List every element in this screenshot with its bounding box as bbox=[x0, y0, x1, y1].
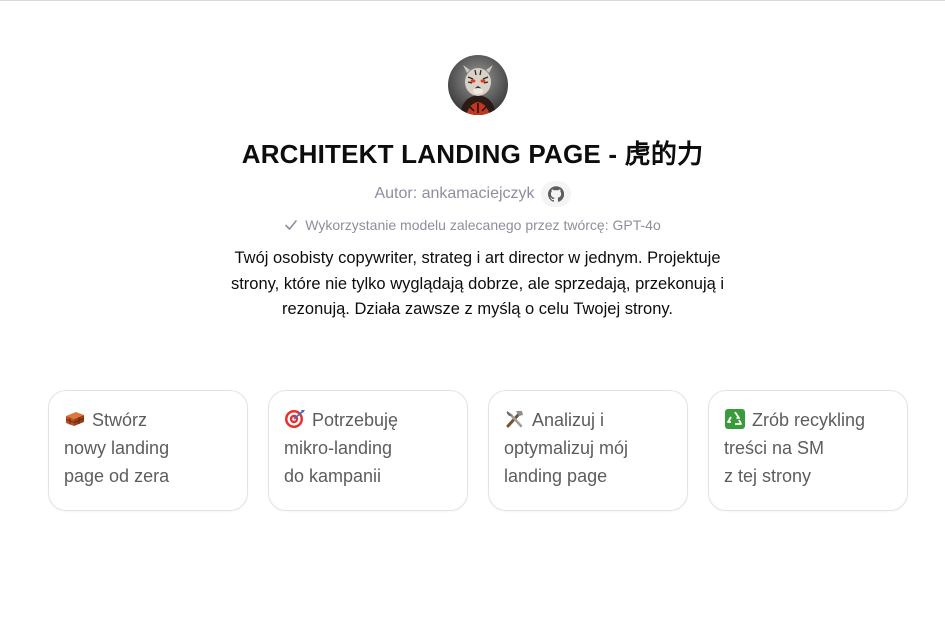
starter-label-rest: mikro-landing do kampanii bbox=[284, 438, 393, 486]
recycle-icon bbox=[725, 409, 745, 429]
target-icon bbox=[285, 410, 305, 428]
header-divider bbox=[0, 0, 945, 1]
starter-card-analyze-optimize[interactable]: Analizuj i optymalizuj mój landing page bbox=[488, 390, 688, 511]
starter-label-first: Analizuj i bbox=[532, 410, 605, 430]
author-row: Autor: ankamaciejczyk bbox=[0, 181, 945, 207]
starter-label-first: Potrzebuję bbox=[312, 410, 399, 430]
starter-label-first: Stwórz bbox=[92, 410, 148, 430]
starter-card-recycle-sm[interactable]: Zrób recykling treści na SM z tej strony bbox=[708, 390, 908, 511]
model-note: Wykorzystanie modelu zalecanego przez tw… bbox=[305, 217, 661, 233]
gpt-title: ARCHITEKT LANDING PAGE - 虎的力 bbox=[241, 139, 704, 169]
brick-icon bbox=[65, 412, 85, 426]
gpt-intro-page: ARCHITEKT LANDING PAGE - 虎的力 Autor: anka… bbox=[0, 0, 945, 618]
author-label: Autor: ankamaciejczyk bbox=[374, 185, 535, 202]
checkmark-icon bbox=[285, 220, 298, 230]
github-icon bbox=[547, 186, 564, 202]
conversation-starters: Stwórz nowy landing page od zera Potrzeb… bbox=[48, 390, 908, 511]
model-note-row: Wykorzystanie modelu zalecanego przez tw… bbox=[0, 217, 945, 233]
tiger-avatar-icon bbox=[448, 55, 508, 115]
starter-label-first: Zrób recykling bbox=[752, 410, 866, 430]
starter-label-rest: optymalizuj mój landing page bbox=[504, 438, 629, 486]
gpt-description: Twój osobisty copywriter, strateg i art … bbox=[230, 249, 725, 318]
starter-card-new-landing[interactable]: Stwórz nowy landing page od zera bbox=[48, 390, 248, 511]
github-link-button[interactable] bbox=[540, 181, 571, 207]
tools-icon bbox=[506, 411, 523, 428]
starter-card-micro-landing[interactable]: Potrzebuję mikro-landing do kampanii bbox=[268, 390, 468, 511]
starter-label-rest: nowy landing page od zera bbox=[64, 438, 170, 486]
starter-label-rest: treści na SM z tej strony bbox=[724, 438, 825, 486]
